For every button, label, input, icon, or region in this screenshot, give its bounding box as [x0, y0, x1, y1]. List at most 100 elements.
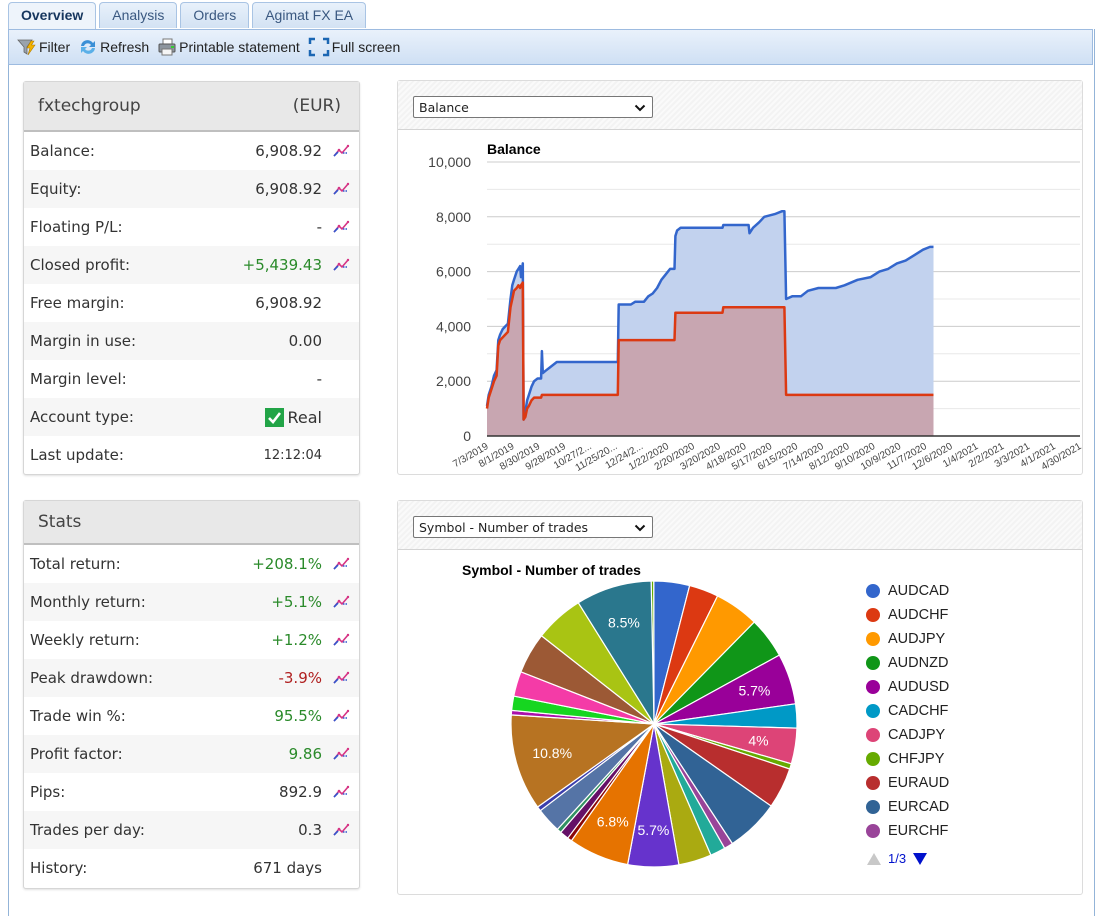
stats-title: Stats — [38, 512, 82, 532]
account-name: fxtechgroup — [38, 96, 141, 116]
chart-type-select-value: Balance — [419, 100, 469, 115]
stat-value: 95.5% — [274, 707, 322, 725]
pie-slice-label: 5.7% — [738, 683, 770, 699]
legend-swatch — [866, 824, 880, 838]
pie-slice-label: 6.8% — [597, 813, 629, 829]
account-rows: Balance: 6,908.92 Equity: 6,908.92 Floating … — [24, 132, 359, 474]
legend-swatch — [866, 608, 880, 622]
stat-value: 6,908.92 — [255, 142, 322, 160]
legend-item[interactable]: CADCHF — [866, 699, 949, 723]
chart-icon[interactable] — [332, 220, 350, 234]
chart-title: Balance — [487, 141, 541, 157]
stat-label: Last update: — [30, 446, 124, 464]
tab-agimat-fx-ea[interactable]: Agimat FX EA — [252, 2, 367, 28]
account-header: fxtechgroup (EUR) — [24, 82, 359, 132]
legend-item[interactable]: AUDCAD — [866, 579, 949, 603]
chevron-down-icon — [634, 524, 646, 532]
stat-value: -3.9% — [278, 669, 322, 687]
stat-row: Equity: 6,908.92 — [24, 170, 359, 208]
pie-slice-label: 4% — [748, 732, 768, 748]
chart-type-select[interactable]: Balance — [413, 96, 653, 118]
chart-icon[interactable] — [332, 633, 350, 647]
stat-row: Free margin: 6,908.92 — [24, 284, 359, 322]
legend-swatch — [866, 776, 880, 790]
full-screen-label: Full screen — [331, 39, 401, 55]
stats-header: Stats — [24, 501, 359, 545]
stat-row: Monthly return: +5.1% — [24, 583, 359, 621]
chart-icon[interactable] — [332, 595, 350, 609]
legend-item[interactable]: AUDJPY — [866, 627, 949, 651]
legend-label: AUDUSD — [888, 679, 950, 695]
row-icon-cell — [322, 220, 359, 234]
fullscreen-icon — [308, 37, 330, 57]
account-panel: fxtechgroup (EUR) Balance: 6,908.92 Equity… — [23, 81, 360, 475]
full-screen-button[interactable]: Full screen — [308, 37, 400, 57]
legend-swatch — [866, 704, 880, 718]
y-tick-label: 4,000 — [436, 318, 471, 334]
stat-label: Pips: — [30, 783, 66, 801]
chart-icon[interactable] — [332, 709, 350, 723]
chevron-down-icon — [634, 104, 646, 112]
stat-value: 6,908.92 — [255, 180, 322, 198]
legend-item[interactable]: CADJPY — [866, 723, 949, 747]
legend-item[interactable]: AUDNZD — [866, 651, 949, 675]
stat-value: - — [316, 370, 322, 388]
stats-rows: Total return: +208.1% Monthly return: +5.1%… — [24, 545, 359, 887]
chart-icon[interactable] — [332, 785, 350, 799]
stat-label: Trades per day: — [30, 821, 145, 839]
printable-statement-button[interactable]: Printable statement — [157, 38, 300, 56]
stat-label: Trade win %: — [30, 707, 126, 725]
account-currency: (EUR) — [292, 96, 341, 116]
stat-label: Monthly return: — [30, 593, 146, 611]
legend-item[interactable]: AUDCHF — [866, 603, 949, 627]
filter-button[interactable]: Filter — [17, 38, 70, 56]
legend-prev-icon[interactable] — [866, 852, 882, 866]
y-tick-label: 0 — [463, 428, 471, 444]
row-icon-cell — [322, 595, 359, 609]
chart-icon[interactable] — [332, 557, 350, 571]
chart-icon[interactable] — [332, 182, 350, 196]
legend-item[interactable]: EURCHF — [866, 819, 949, 843]
legend-item[interactable]: EURCAD — [866, 795, 949, 819]
row-icon-cell — [322, 633, 359, 647]
chart-icon[interactable] — [332, 258, 350, 272]
row-icon-cell — [322, 671, 359, 685]
legend-next-icon[interactable] — [912, 852, 928, 866]
stat-label: Total return: — [30, 555, 121, 573]
pie-chart-title: Symbol - Number of trades — [462, 562, 641, 578]
tab-orders[interactable]: Orders — [180, 2, 250, 28]
chart-icon[interactable] — [332, 671, 350, 685]
stat-row: Margin level: - — [24, 360, 359, 398]
stat-row: Account type: Real — [24, 398, 359, 436]
refresh-icon — [81, 40, 96, 54]
stat-row: Floating P/L: - — [24, 208, 359, 246]
legend-item[interactable]: CHFJPY — [866, 747, 949, 771]
stat-value: 9.86 — [288, 745, 322, 763]
stat-value: - — [316, 218, 322, 236]
legend-label: EURCAD — [888, 799, 950, 815]
chart-icon[interactable] — [332, 144, 350, 158]
chart-icon[interactable] — [332, 747, 350, 761]
pie-slice-label: 5.7% — [637, 822, 669, 838]
legend-swatch — [866, 728, 880, 742]
tab-overview[interactable]: Overview — [8, 2, 97, 30]
stat-row: Trade win %: 95.5% — [24, 697, 359, 735]
stat-row: Peak drawdown: -3.9% — [24, 659, 359, 697]
pie-type-select[interactable]: Symbol - Number of trades — [413, 516, 653, 538]
stat-label: Balance: — [30, 142, 95, 160]
stat-label: Closed profit: — [30, 256, 131, 274]
legend-label: CADJPY — [888, 727, 946, 743]
refresh-label: Refresh — [100, 39, 150, 55]
legend-item[interactable]: AUDUSD — [866, 675, 949, 699]
stat-row: Balance: 6,908.92 — [24, 132, 359, 170]
refresh-button[interactable]: Refresh — [78, 38, 149, 56]
legend-swatch — [866, 584, 880, 598]
legend-label: EURAUD — [888, 775, 950, 791]
chart-icon[interactable] — [332, 823, 350, 837]
pie-chart-header: Symbol - Number of trades — [398, 501, 1082, 550]
tab-analysis[interactable]: Analysis — [99, 2, 178, 28]
row-icon-cell — [322, 823, 359, 837]
legend-item[interactable]: EURAUD — [866, 771, 949, 795]
stat-value: 892.9 — [279, 783, 322, 801]
stat-row: Trades per day: 0.3 — [24, 811, 359, 849]
